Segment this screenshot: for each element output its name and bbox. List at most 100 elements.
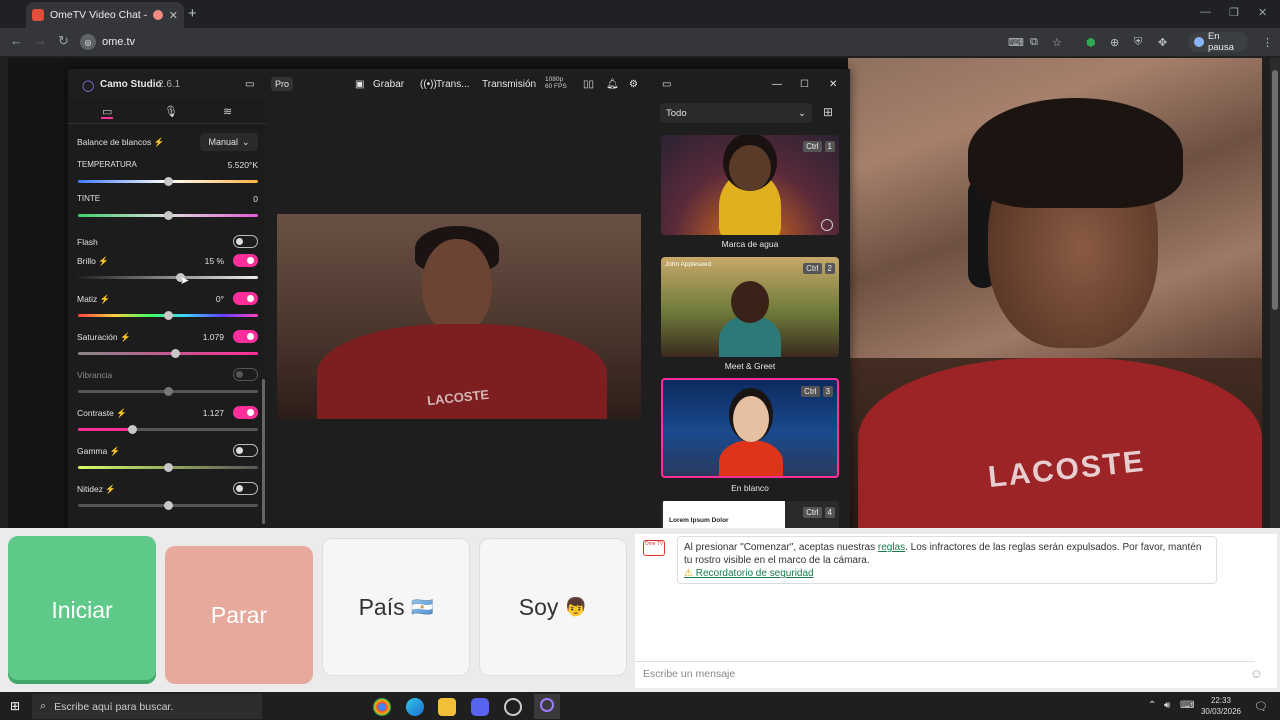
tinte-label: TINTE — [77, 194, 101, 203]
grabar-button[interactable]: Grabar — [373, 79, 404, 90]
page-scrollbar[interactable] — [1270, 58, 1280, 528]
saturacion-slider[interactable] — [78, 349, 258, 358]
gamma-toggle[interactable] — [233, 444, 258, 457]
sidebar-toggle-icon[interactable]: ▭ — [245, 79, 254, 90]
new-tab-button[interactable]: + — [188, 5, 197, 22]
file-explorer-icon[interactable] — [438, 698, 456, 716]
minimize-icon[interactable]: — — [1200, 6, 1211, 18]
notification-icon[interactable]: 🗨︎ — [1254, 700, 1268, 713]
restore-icon[interactable]: ❐ — [1229, 6, 1239, 19]
url-text[interactable]: ome.tv — [102, 36, 135, 48]
layers-tab-icon[interactable]: ≋ — [223, 105, 232, 118]
contraste-slider[interactable] — [78, 425, 258, 434]
site-info-icon[interactable]: ◎ — [80, 34, 96, 50]
camo-minimize-icon[interactable]: — — [772, 79, 782, 90]
resolution-badge[interactable]: 1080p 60 FPS — [545, 76, 567, 90]
keyboard-icon[interactable]: ⌨ — [1180, 700, 1194, 711]
nitidez-slider[interactable] — [78, 501, 258, 510]
camo-preview: LACOSTE — [277, 214, 641, 419]
panel-scrollbar[interactable] — [262, 379, 265, 524]
browser-tab[interactable]: OmeTV Video Chat — Om... ✕ — [26, 2, 184, 28]
nitidez-knob[interactable] — [163, 501, 173, 510]
record-icon[interactable]: ▣ — [355, 79, 364, 90]
extensions-puzzle-icon[interactable]: ✥ — [1158, 36, 1167, 49]
vibrancia-knob[interactable] — [163, 387, 173, 396]
nitidez-toggle[interactable] — [233, 482, 258, 495]
paused-label: En pausa — [1207, 31, 1234, 53]
browser-menu-icon[interactable]: ⋮ — [1262, 36, 1273, 49]
temperatura-slider[interactable] — [78, 177, 258, 186]
gamma-knob[interactable] — [163, 463, 173, 472]
audio-tab-icon[interactable]: 🎙︎ — [164, 105, 178, 118]
extension-security-icon[interactable]: ⛨ — [1134, 36, 1142, 49]
volume-icon[interactable]: 🔊︎ — [1164, 700, 1170, 711]
transmision-button[interactable]: Transmisión — [482, 79, 536, 90]
edge-icon[interactable] — [406, 698, 424, 716]
window-close-icon[interactable]: ✕ — [1258, 6, 1267, 19]
scrollbar-thumb[interactable] — [1272, 70, 1278, 310]
extension-vpn-icon[interactable]: ⊕ — [1110, 36, 1119, 49]
matiz-knob[interactable] — [163, 311, 173, 320]
pro-badge[interactable]: Pro — [271, 77, 294, 91]
security-reminder-link[interactable]: ⚠ Recordatorio de seguridad — [684, 568, 1210, 579]
matiz-slider[interactable] — [78, 311, 258, 320]
saturacion-toggle[interactable] — [233, 330, 258, 343]
notifications-bell-icon[interactable]: 🔔︎ — [606, 79, 619, 90]
profile-paused-button[interactable]: En pausa — [1188, 31, 1248, 53]
contraste-toggle[interactable] — [233, 406, 258, 419]
camo-logo-icon: ◯ — [82, 80, 95, 92]
camo-close-icon[interactable]: ✕ — [829, 79, 837, 90]
app-icon[interactable] — [504, 698, 522, 716]
scene-1-label: Marca de agua — [721, 239, 779, 249]
matiz-toggle[interactable] — [233, 292, 258, 305]
vibrancia-slider[interactable] — [78, 387, 258, 396]
scene-filter-select[interactable]: Todo ⌄ — [660, 103, 812, 123]
layout-icon[interactable]: ▯▯ — [583, 79, 594, 90]
scene-card-2[interactable]: John Appleseed Ctrl 2 — [661, 257, 839, 357]
camo-taskbar-item[interactable] — [534, 694, 560, 719]
flash-toggle[interactable] — [233, 235, 258, 248]
screenshot-icon[interactable]: ⧉ — [1030, 36, 1038, 49]
tinte-knob[interactable] — [163, 211, 173, 220]
reload-icon[interactable]: ↻ — [58, 33, 69, 49]
back-icon[interactable]: ← — [10, 33, 23, 48]
soy-button[interactable]: Soy 👦 — [479, 538, 627, 676]
omnibox[interactable]: ◎ ome.tv — [80, 32, 160, 52]
discord-icon[interactable] — [471, 698, 489, 716]
saturacion-knob[interactable] — [170, 349, 180, 358]
message-input[interactable]: Escribe un mensaje ☺ — [635, 661, 1263, 687]
iniciar-button[interactable]: Iniciar — [8, 536, 156, 684]
contraste-knob[interactable] — [127, 425, 137, 434]
brillo-slider[interactable] — [78, 273, 258, 282]
stream-icon[interactable]: ((•)) — [420, 79, 437, 90]
white-balance-mode-select[interactable]: Manual ⌄ — [200, 133, 258, 151]
emoji-icon[interactable]: ☺ — [1250, 666, 1263, 681]
tab-close-icon[interactable]: ✕ — [169, 9, 178, 22]
rules-link[interactable]: reglas — [878, 542, 905, 553]
brillo-toggle[interactable] — [233, 254, 258, 267]
windows-start-icon[interactable]: ⊞ — [10, 699, 20, 713]
bookmark-star-icon[interactable]: ☆ — [1052, 36, 1062, 49]
settings-gear-icon[interactable]: ⚙ — [629, 79, 638, 90]
tray-overflow-icon[interactable]: ⌃ — [1148, 700, 1156, 711]
pais-button[interactable]: País 🇦🇷 — [322, 538, 470, 676]
forward-icon[interactable]: → — [34, 33, 47, 48]
gamma-slider[interactable] — [78, 463, 258, 472]
scene-1-shortcut: Ctrl 1 — [803, 141, 835, 152]
tinte-value: 0 — [253, 194, 258, 204]
taskbar-clock[interactable]: 22:33 30/03/2026 — [1200, 695, 1242, 717]
scene-card-3-active[interactable]: Ctrl 3 — [661, 378, 839, 478]
camo-maximize-icon[interactable]: ☐ — [800, 79, 809, 90]
extension-shield-icon[interactable]: ⬢ — [1086, 36, 1096, 49]
vibrancia-toggle[interactable] — [233, 368, 258, 381]
trans-button[interactable]: Trans... — [436, 79, 470, 90]
parar-button[interactable]: Parar — [165, 546, 313, 684]
temperatura-knob[interactable] — [163, 177, 173, 186]
tinte-slider[interactable] — [78, 211, 258, 220]
scene-card-1[interactable]: Ctrl 1 — [661, 135, 839, 235]
grid-view-icon[interactable]: ⊞ — [823, 105, 833, 119]
translate-icon[interactable]: ⌨ — [1008, 36, 1024, 49]
taskbar-search[interactable]: ⌕ Escribe aquí para buscar. — [32, 694, 262, 719]
chrome-icon[interactable] — [373, 698, 391, 716]
panel-toggle-icon[interactable]: ▭ — [662, 79, 671, 90]
